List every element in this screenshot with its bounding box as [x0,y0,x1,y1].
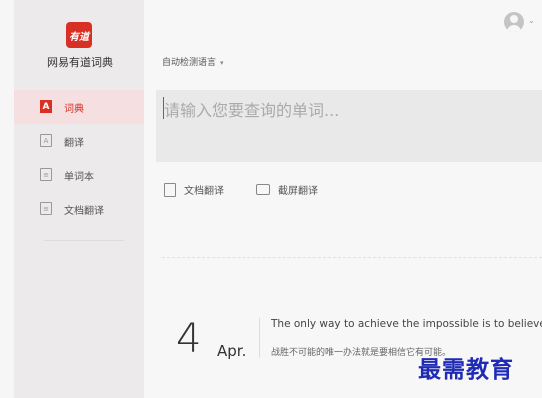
daily-quote-english[interactable]: The only way to achieve the impossible i… [271,318,542,330]
sidebar-item-dictionary[interactable]: A 词典 [14,90,144,124]
sidebar-item-translate[interactable]: A 翻译 [14,124,144,158]
watermark: 最需教育 [418,356,514,383]
daily-day: 4 [176,316,202,362]
sidebar-item-label: 文档翻译 [64,205,104,217]
sidebar-item-label: 翻译 [64,137,84,149]
sidebar-edge [0,0,14,398]
sidebar-item-doc-translate[interactable]: ≡ 文档翻译 [14,192,144,226]
wordbook-icon: ≡ [40,168,52,181]
sidebar-divider [44,240,124,241]
doc-translate-label: 文档翻译 [184,186,224,197]
sidebar-item-wordbook[interactable]: ≡ 单词本 [14,158,144,192]
section-divider [162,257,542,258]
quote-divider [259,318,260,358]
chevron-down-icon[interactable]: ⌄ [528,16,535,25]
search-input[interactable] [164,98,534,122]
text-cursor [163,97,164,119]
sidebar-item-label: 词典 [64,103,84,115]
sidebar: 有道 网易有道词典 A 词典 A 翻译 ≡ 单词本 ≡ 文档翻译 [0,0,144,398]
document-icon [164,182,176,197]
screenshot-translate-button[interactable]: 截屏翻译 [256,182,318,197]
sidebar-item-label: 单词本 [64,171,94,183]
user-avatar-icon[interactable] [504,12,524,32]
translate-icon: A [40,134,52,147]
search-box[interactable] [156,90,542,162]
caret-down-icon: ▾ [220,59,224,67]
language-select-label: 自动检测语言 [162,58,217,68]
doc-translate-icon: ≡ [40,202,52,215]
language-select[interactable]: 自动检测语言 ▾ [162,55,224,68]
youdao-logo: 有道 [66,22,92,48]
screenshot-translate-label: 截屏翻译 [278,186,318,197]
daily-month: Apr. [217,342,247,360]
doc-translate-button[interactable]: 文档翻译 [164,182,224,197]
camera-icon [256,184,270,195]
app-title: 网易有道词典 [47,56,113,69]
sidebar-nav: A 词典 A 翻译 ≡ 单词本 ≡ 文档翻译 [14,90,144,226]
dictionary-icon: A [40,100,52,113]
